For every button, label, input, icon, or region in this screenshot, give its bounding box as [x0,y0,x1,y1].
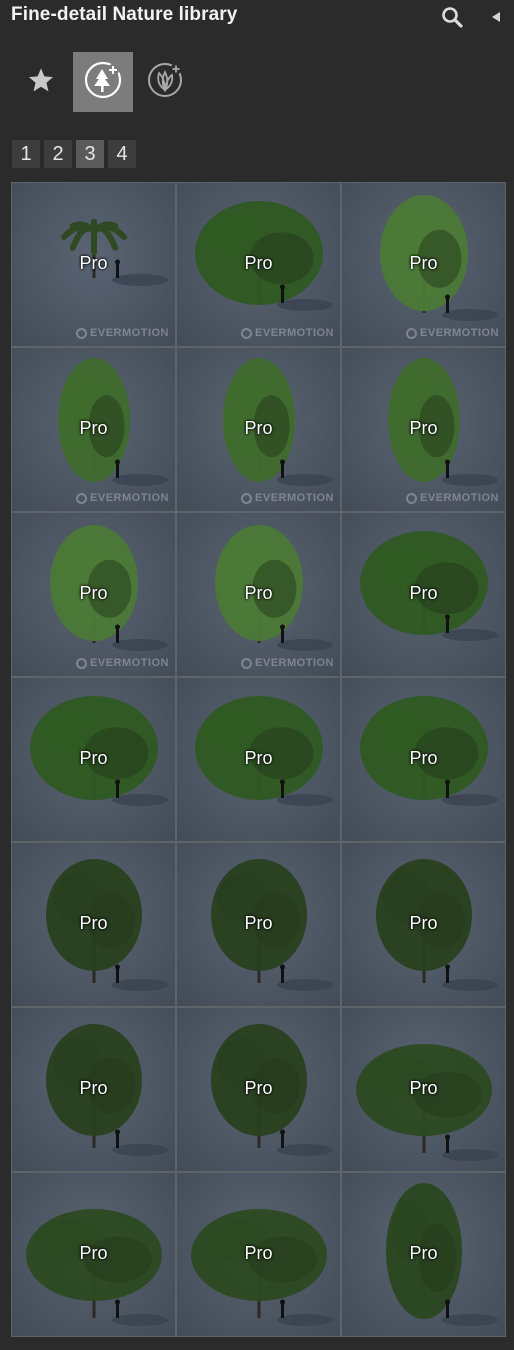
watermark: EVERMOTION [241,327,334,339]
pro-badge: Pro [409,748,438,768]
asset-tile[interactable]: Pro EVERMOTION [11,182,176,347]
asset-tile[interactable]: Pro EVERMOTION [176,512,341,677]
asset-tile[interactable]: Pro EVERMOTION [341,182,506,347]
pro-badge: Pro [409,418,438,438]
pro-badge: Pro [244,253,273,273]
pro-badge: Pro [409,583,438,603]
pro-badge: Pro [79,913,108,933]
page-button-1[interactable]: 1 [12,140,40,168]
pro-badge: Pro [409,913,438,933]
watermark-text: EVERMOTION [420,327,499,339]
pro-badge: Pro [244,418,273,438]
asset-tile[interactable]: Pro EVERMOTION [11,347,176,512]
panel-title: Fine-detail Nature library [11,4,238,25]
watermark-text: EVERMOTION [90,327,169,339]
pro-badge: Pro [79,253,108,273]
evermotion-logo-icon [241,328,253,339]
evermotion-logo-icon [241,658,253,669]
watermark: EVERMOTION [76,657,169,669]
header: Fine-detail Nature library [0,0,514,34]
asset-tile[interactable]: Pro [176,842,341,1007]
evermotion-logo-icon [76,658,88,669]
asset-tile[interactable]: Pro [176,1007,341,1172]
asset-tile[interactable]: Pro [341,1007,506,1172]
asset-tile[interactable]: Pro [11,1172,176,1337]
pro-badge: Pro [244,1243,273,1263]
page-button-4[interactable]: 4 [108,140,136,168]
triangle-left-icon[interactable] [490,10,502,24]
tree-plus-icon [83,60,123,105]
watermark: EVERMOTION [76,327,169,339]
watermark-text: EVERMOTION [255,657,334,669]
evermotion-logo-icon [406,328,418,339]
asset-tile[interactable]: Pro [176,1172,341,1337]
asset-tile[interactable]: Pro EVERMOTION [176,182,341,347]
watermark: EVERMOTION [406,492,499,504]
evermotion-logo-icon [241,493,253,504]
star-icon [27,66,55,99]
search-icon[interactable] [440,5,464,29]
page-button-2[interactable]: 2 [44,140,72,168]
watermark: EVERMOTION [406,327,499,339]
pro-badge: Pro [409,1078,438,1098]
watermark-text: EVERMOTION [255,492,334,504]
asset-tile[interactable]: Pro [11,842,176,1007]
category-bar [0,52,514,114]
pro-badge: Pro [79,1243,108,1263]
pro-badge: Pro [79,583,108,603]
watermark-text: EVERMOTION [420,492,499,504]
watermark-text: EVERMOTION [90,657,169,669]
category-favorites[interactable] [11,52,71,112]
watermark: EVERMOTION [241,657,334,669]
asset-tile[interactable]: Pro [341,1172,506,1337]
pro-badge: Pro [244,748,273,768]
asset-grid: Pro EVERMOTION Pro EVERMOTION Pro EVERMOTION P… [11,182,506,1337]
asset-tile[interactable]: Pro EVERMOTION [341,347,506,512]
pro-badge: Pro [244,1078,273,1098]
asset-tile[interactable]: Pro EVERMOTION [176,347,341,512]
watermark-text: EVERMOTION [255,327,334,339]
category-plants[interactable] [135,52,195,112]
asset-tile[interactable]: Pro [11,677,176,842]
asset-tile[interactable]: Pro [341,677,506,842]
asset-tile[interactable]: Pro [176,677,341,842]
watermark: EVERMOTION [241,492,334,504]
pro-badge: Pro [409,1243,438,1263]
pro-badge: Pro [409,253,438,273]
watermark: EVERMOTION [76,492,169,504]
pagination: 1 2 3 4 [12,140,136,168]
evermotion-logo-icon [406,493,418,504]
pro-badge: Pro [79,1078,108,1098]
pro-badge: Pro [244,913,273,933]
asset-tile[interactable]: Pro EVERMOTION [11,512,176,677]
watermark-text: EVERMOTION [90,492,169,504]
page-button-3[interactable]: 3 [76,140,104,168]
leaf-plus-icon [145,60,185,105]
asset-tile[interactable]: Pro [11,1007,176,1172]
evermotion-logo-icon [76,493,88,504]
evermotion-logo-icon [76,328,88,339]
asset-tile[interactable]: Pro [341,842,506,1007]
pro-badge: Pro [79,748,108,768]
category-trees[interactable] [73,52,133,112]
pro-badge: Pro [244,583,273,603]
asset-tile[interactable]: Pro [341,512,506,677]
pro-badge: Pro [79,418,108,438]
